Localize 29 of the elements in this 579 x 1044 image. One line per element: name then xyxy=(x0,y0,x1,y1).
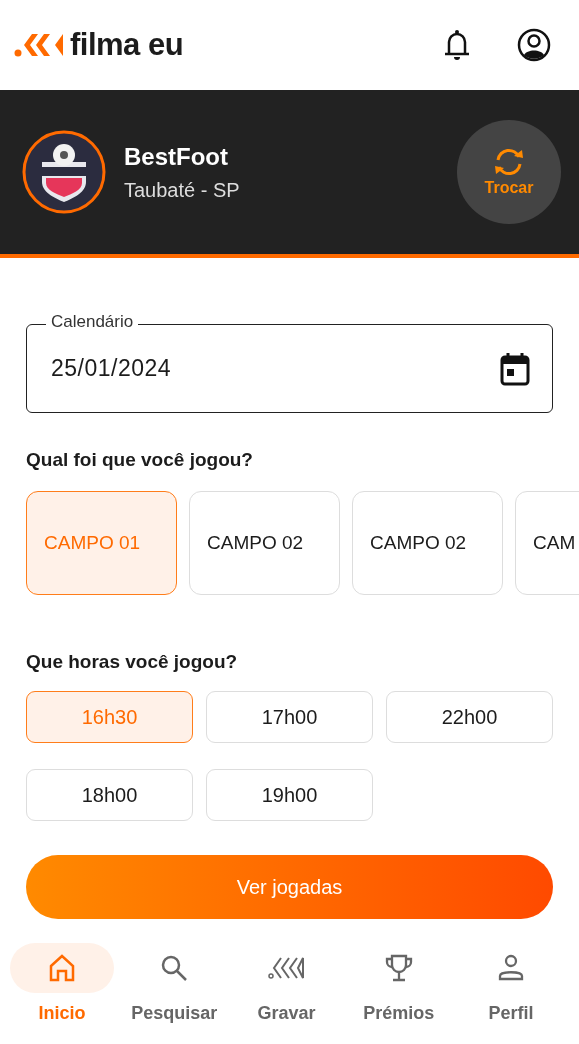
logo-icon xyxy=(14,32,64,58)
home-icon xyxy=(48,953,76,983)
field-option[interactable]: CAMPO 02 xyxy=(352,491,503,595)
bell-icon[interactable] xyxy=(443,29,471,61)
team-location: Taubaté - SP xyxy=(124,178,240,202)
field-question: Qual foi que você jogou? xyxy=(26,449,254,471)
time-question: Que horas você jogou? xyxy=(26,651,239,673)
switch-team-button[interactable]: Trocar xyxy=(457,120,561,224)
calendar-icon[interactable] xyxy=(500,351,530,386)
trophy-icon xyxy=(383,953,414,983)
refresh-icon xyxy=(492,147,526,177)
brand-name: filma eu xyxy=(70,27,184,63)
time-option[interactable]: 19h00 xyxy=(206,769,373,821)
person-icon xyxy=(497,953,525,983)
date-value: 25/01/2024 xyxy=(51,355,172,382)
view-plays-button[interactable]: Ver jogadas xyxy=(26,855,553,919)
time-option[interactable]: 22h00 xyxy=(386,691,553,743)
nav-tab[interactable]: Perfil xyxy=(459,943,563,1024)
team-name: BestFoot xyxy=(124,142,229,171)
chevrons-icon xyxy=(267,955,306,981)
field-option[interactable]: CAM xyxy=(515,491,579,595)
account-icon[interactable] xyxy=(517,28,551,62)
nav-tab[interactable]: Pesquisar xyxy=(122,943,227,1024)
time-option[interactable]: 18h00 xyxy=(26,769,193,821)
team-crest-icon xyxy=(22,130,106,214)
nav-tab[interactable]: Gravar xyxy=(234,943,339,1024)
field-option[interactable]: CAMPO 02 xyxy=(189,491,340,595)
nav-tab[interactable]: Prémios xyxy=(346,943,451,1024)
time-option[interactable]: 17h00 xyxy=(206,691,373,743)
